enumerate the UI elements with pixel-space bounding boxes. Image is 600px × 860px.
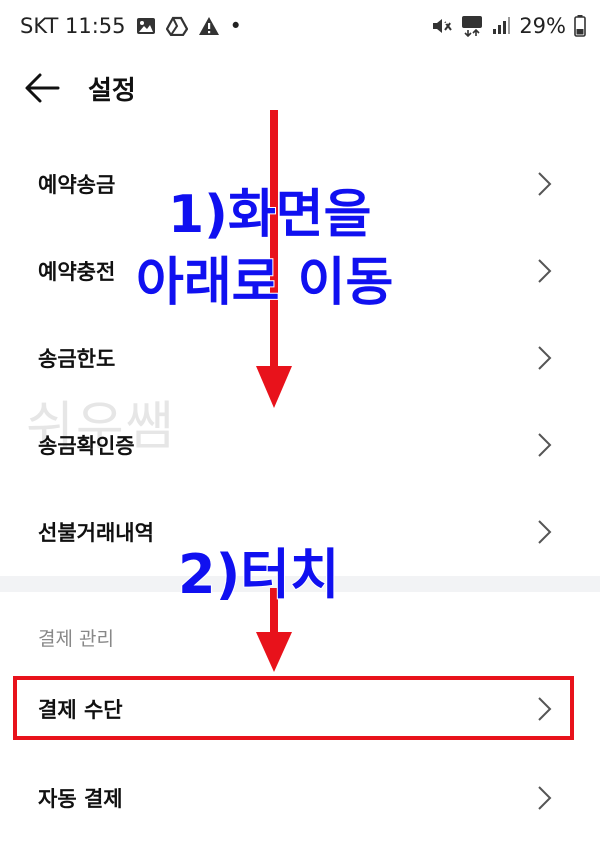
- menu-item-label: 예약송금: [38, 173, 116, 197]
- app-header: 설정: [0, 56, 600, 120]
- signal-icon: [491, 16, 511, 36]
- menu-item-transfer-certificate[interactable]: 송금확인증: [0, 400, 600, 488]
- chevron-right-icon: [538, 520, 552, 544]
- back-button[interactable]: [22, 68, 66, 108]
- menu-item-label: 예약충전: [38, 260, 116, 284]
- menu-item-label: 자동 결제: [38, 787, 123, 811]
- drive-icon: [165, 16, 188, 36]
- annotation-step1-line2: 아래로 이동: [135, 252, 394, 314]
- chevron-right-icon: [538, 346, 552, 370]
- page-title: 설정: [88, 76, 136, 106]
- annotation-step1-line1: 1)화면을: [167, 184, 372, 246]
- network-type-label: 5G: [442, 16, 456, 27]
- menu-item-label: 송금확인증: [38, 434, 135, 458]
- section-title-payment: 결제 관리: [38, 628, 114, 650]
- menu-item-auto-payment[interactable]: 자동 결제: [0, 753, 600, 841]
- chevron-right-icon: [538, 259, 552, 283]
- menu-item-transfer-limit[interactable]: 송금한도: [0, 313, 600, 401]
- highlight-box: [13, 676, 574, 740]
- network-5g-icon: 5G: [442, 15, 483, 37]
- carrier-time: SKT 11:55: [20, 14, 126, 38]
- menu-item-label: 선불거래내역: [38, 521, 154, 545]
- arrow-left-icon: [25, 73, 60, 103]
- gallery-icon: [136, 16, 156, 36]
- menu-item-label: 송금한도: [38, 347, 116, 371]
- chevron-right-icon: [538, 172, 552, 196]
- warning-icon: [198, 16, 220, 36]
- status-bar: SKT 11:55 • 5G 29%: [0, 0, 600, 56]
- chevron-right-icon: [538, 786, 552, 810]
- battery-icon: [574, 15, 586, 37]
- chevron-right-icon: [538, 433, 552, 457]
- annotation-step2: 2)터치: [177, 542, 341, 607]
- battery-percent: 29%: [519, 14, 566, 38]
- notification-dot: •: [229, 14, 242, 38]
